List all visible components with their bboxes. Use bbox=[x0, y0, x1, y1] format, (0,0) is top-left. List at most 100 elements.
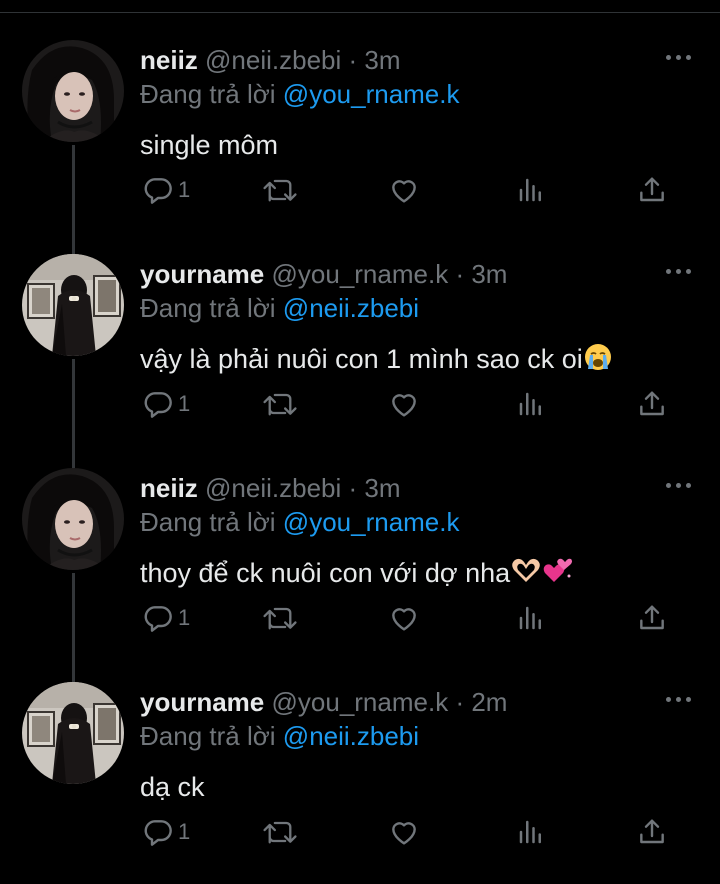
retweet-button[interactable] bbox=[262, 814, 298, 850]
separator: · bbox=[455, 259, 465, 289]
reply-icon bbox=[144, 178, 172, 204]
tweet-header: yourname @you_rname.k · 2m bbox=[140, 686, 507, 718]
reply-icon bbox=[144, 392, 172, 418]
tweet[interactable]: yourname @you_rname.k · 2m Đang trả lời … bbox=[0, 654, 720, 868]
mention-link[interactable]: @neii.zbebi bbox=[283, 293, 419, 323]
more-icon[interactable] bbox=[666, 266, 692, 276]
share-icon bbox=[640, 391, 664, 416]
avatar[interactable] bbox=[22, 40, 124, 142]
like-button[interactable] bbox=[388, 172, 420, 208]
like-button[interactable] bbox=[388, 386, 420, 422]
retweet-button[interactable] bbox=[262, 600, 298, 636]
separator: · bbox=[348, 45, 358, 75]
tweet-actions: 1 bbox=[140, 172, 680, 208]
tweet[interactable]: yourname @you_rname.k · 3m Đang trả lời … bbox=[0, 226, 720, 440]
views-button[interactable] bbox=[516, 386, 546, 422]
replying-to: Đang trả lời @neii.zbebi bbox=[140, 720, 419, 752]
tweet-header: neiiz @neii.zbebi · 3m bbox=[140, 44, 401, 76]
reply-button[interactable]: 1 bbox=[142, 386, 190, 422]
reply-button[interactable]: 1 bbox=[142, 814, 190, 850]
avatar-gallery-image bbox=[22, 254, 124, 356]
separator: · bbox=[348, 473, 358, 503]
tweet-text-content: vậy là phải nuôi con 1 mình sao ck oi bbox=[140, 344, 583, 374]
display-name[interactable]: yourname bbox=[140, 259, 264, 289]
replying-to: Đang trả lời @you_rname.k bbox=[140, 506, 460, 538]
tweet-header: neiiz @neii.zbebi · 3m bbox=[140, 472, 401, 504]
user-handle[interactable]: @neii.zbebi bbox=[205, 473, 341, 503]
retweet-button[interactable] bbox=[262, 386, 298, 422]
tweet-header: yourname @you_rname.k · 3m bbox=[140, 258, 507, 290]
tweet-actions: 1 bbox=[140, 814, 680, 850]
timestamp[interactable]: 3m bbox=[364, 45, 400, 75]
tweet-text: thoy để ck nuôi con với dợ nha bbox=[140, 556, 574, 590]
tweet-text: single môm bbox=[140, 128, 278, 162]
reply-count: 1 bbox=[178, 819, 191, 844]
share-button[interactable] bbox=[636, 386, 668, 422]
avatar[interactable] bbox=[22, 468, 124, 570]
like-button[interactable] bbox=[388, 600, 420, 636]
views-icon bbox=[519, 606, 541, 630]
tweet-text-content: dạ ck bbox=[140, 772, 205, 802]
display-name[interactable]: neiiz bbox=[140, 45, 198, 75]
replying-to-label: Đang trả lời bbox=[140, 721, 276, 751]
replying-to-label: Đang trả lời bbox=[140, 507, 276, 537]
display-name[interactable]: yourname bbox=[140, 687, 264, 717]
heart-hands-emoji bbox=[512, 558, 540, 582]
retweet-icon bbox=[263, 393, 297, 416]
avatar-girl-image bbox=[22, 468, 124, 570]
views-icon bbox=[519, 820, 541, 844]
avatar[interactable] bbox=[22, 254, 124, 356]
share-icon bbox=[640, 605, 664, 630]
more-icon[interactable] bbox=[666, 694, 692, 704]
avatar[interactable] bbox=[22, 682, 124, 784]
more-icon[interactable] bbox=[666, 480, 692, 490]
like-button[interactable] bbox=[388, 814, 420, 850]
user-handle[interactable]: @you_rname.k bbox=[272, 687, 449, 717]
revolving-hearts-emoji bbox=[543, 558, 573, 582]
more-icon[interactable] bbox=[666, 52, 692, 62]
views-button[interactable] bbox=[516, 172, 546, 208]
views-button[interactable] bbox=[516, 600, 546, 636]
replying-to: Đang trả lời @neii.zbebi bbox=[140, 292, 419, 324]
tweet[interactable]: neiiz @neii.zbebi · 3m Đang trả lời @you… bbox=[0, 440, 720, 654]
share-button[interactable] bbox=[636, 814, 668, 850]
mention-link[interactable]: @neii.zbebi bbox=[283, 721, 419, 751]
display-name[interactable]: neiiz bbox=[140, 473, 198, 503]
reply-count: 1 bbox=[178, 391, 191, 416]
views-icon bbox=[519, 392, 541, 416]
reply-count: 1 bbox=[178, 605, 191, 630]
avatar-gallery-image bbox=[22, 682, 124, 784]
share-icon bbox=[640, 177, 664, 202]
tweet-text: dạ ck bbox=[140, 770, 205, 804]
timestamp[interactable]: 3m bbox=[364, 473, 400, 503]
user-handle[interactable]: @you_rname.k bbox=[272, 259, 449, 289]
tweet[interactable]: neiiz @neii.zbebi · 3m Đang trả lời @you… bbox=[0, 12, 720, 226]
views-button[interactable] bbox=[516, 814, 546, 850]
timestamp[interactable]: 2m bbox=[471, 687, 507, 717]
views-icon bbox=[519, 178, 541, 202]
share-button[interactable] bbox=[636, 172, 668, 208]
mention-link[interactable]: @you_rname.k bbox=[283, 507, 460, 537]
user-handle[interactable]: @neii.zbebi bbox=[205, 45, 341, 75]
tweet-text-content: single môm bbox=[140, 130, 279, 160]
tweet-text: vậy là phải nuôi con 1 mình sao ck oi bbox=[140, 342, 613, 376]
like-icon bbox=[392, 822, 416, 845]
replying-to: Đang trả lời @you_rname.k bbox=[140, 78, 460, 110]
reply-icon bbox=[144, 606, 172, 632]
reply-count: 1 bbox=[178, 177, 191, 202]
mention-link[interactable]: @you_rname.k bbox=[283, 79, 460, 109]
share-button[interactable] bbox=[636, 600, 668, 636]
timestamp[interactable]: 3m bbox=[471, 259, 507, 289]
tweet-actions: 1 bbox=[140, 386, 680, 422]
share-icon bbox=[640, 819, 664, 844]
retweet-icon bbox=[263, 821, 297, 844]
tweet-actions: 1 bbox=[140, 600, 680, 636]
reply-button[interactable]: 1 bbox=[142, 600, 190, 636]
retweet-button[interactable] bbox=[262, 172, 298, 208]
replying-to-label: Đang trả lời bbox=[140, 79, 276, 109]
tweet-text-content: thoy để ck nuôi con với dợ nha bbox=[140, 558, 511, 588]
like-icon bbox=[392, 180, 416, 203]
avatar-girl-image bbox=[22, 40, 124, 142]
reply-thread: neiiz @neii.zbebi · 3m Đang trả lời @you… bbox=[0, 0, 720, 884]
reply-button[interactable]: 1 bbox=[142, 172, 190, 208]
